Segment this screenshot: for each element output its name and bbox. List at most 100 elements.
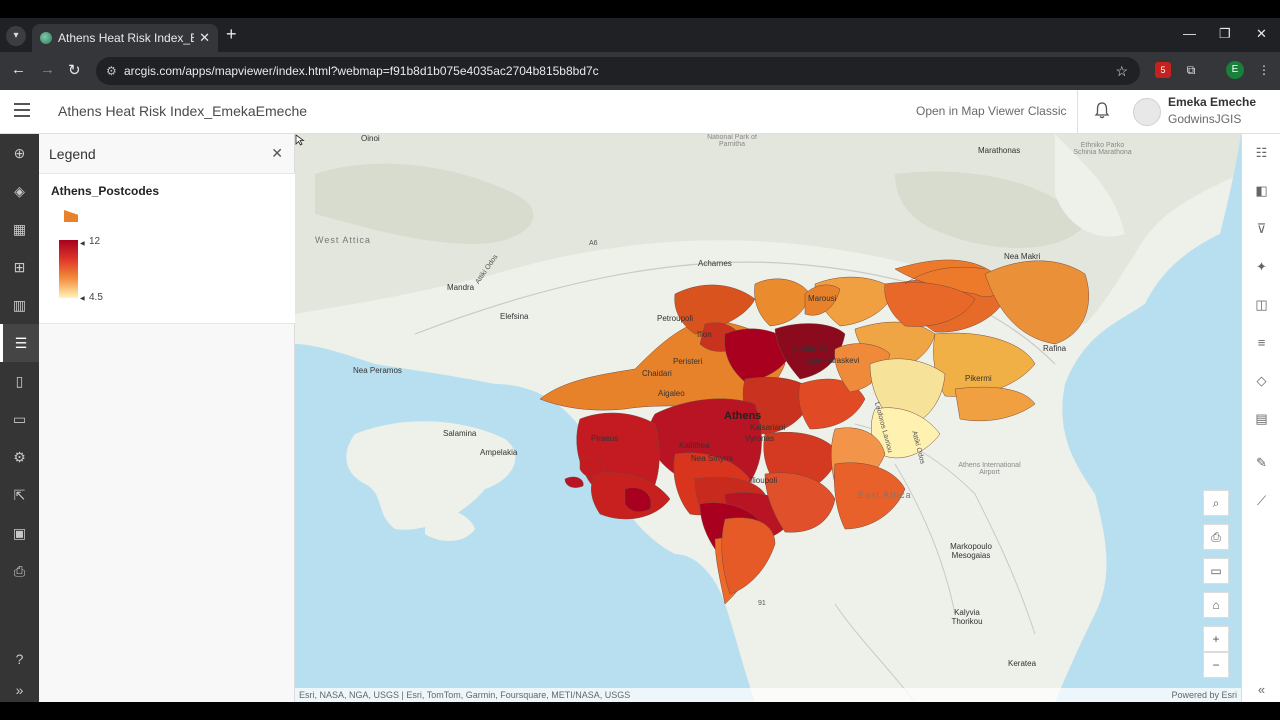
open-classic-link[interactable]: Open in Map Viewer Classic <box>916 104 1067 118</box>
charts-icon[interactable]: ▥ <box>0 286 39 324</box>
place-label: Vyronas <box>745 434 775 443</box>
user-org: GodwinsJGIS <box>1168 112 1242 126</box>
search-icon[interactable]: ⌕ <box>1203 490 1229 516</box>
notifications-bell-icon[interactable] <box>1094 101 1110 119</box>
apps-icon[interactable]: ▣ <box>0 514 39 552</box>
filter-icon[interactable]: ⊽ <box>1242 210 1280 248</box>
ramp-min-label: 4.5 <box>89 292 103 303</box>
powered-by[interactable]: Powered by Esri <box>1171 688 1237 702</box>
effects-icon[interactable]: ✦ <box>1242 248 1280 286</box>
close-window-icon[interactable]: ✕ <box>1256 26 1267 42</box>
home-icon[interactable]: ⌂ <box>1203 592 1229 618</box>
tab-title: Athens Heat Risk Index_EmekaE <box>58 31 194 45</box>
bookmarks-icon[interactable]: ▯ <box>0 362 39 400</box>
user-avatar[interactable] <box>1133 98 1161 126</box>
place-label: Kalyvia Thorikou <box>951 608 983 626</box>
zoom-out-icon[interactable]: − <box>1203 652 1229 678</box>
map-view[interactable]: Oinoi National Park of Parnitha Marathon… <box>295 134 1241 702</box>
extension-badge-icon[interactable]: 5 <box>1155 62 1171 78</box>
share-icon[interactable]: ⇱ <box>0 476 39 514</box>
legend-title: Legend <box>49 146 96 162</box>
sketch-icon[interactable]: ✎ <box>1242 444 1280 482</box>
table-icon[interactable]: ▦ <box>0 210 39 248</box>
site-info-icon[interactable]: ⚙ <box>106 57 117 85</box>
ramp-min-tick: ◀ <box>80 296 85 302</box>
properties-icon[interactable]: ☷ <box>1242 134 1280 172</box>
folder-icon[interactable]: ▭ <box>0 400 39 438</box>
place-label: National Park of Parnitha <box>707 134 757 148</box>
place-label: Chaidari <box>642 369 672 378</box>
menu-icon[interactable] <box>14 103 30 117</box>
close-tab-icon[interactable]: ✕ <box>199 24 210 52</box>
place-label: Peristeri <box>673 357 703 366</box>
place-label: Marathonas <box>978 146 1021 155</box>
place-label: Athens <box>724 410 762 422</box>
place-label: Nea Smyrni <box>691 454 733 463</box>
place-label: Kallithea <box>679 441 710 450</box>
tab-search-icon[interactable]: ▾ <box>6 26 26 46</box>
mouse-cursor-icon <box>295 134 305 146</box>
app-header: Athens Heat Risk Index_EmekaEmeche Open … <box>0 90 1280 134</box>
place-label: Marousi <box>808 294 837 303</box>
layers-icon[interactable]: ◈ <box>0 172 39 210</box>
place-label: East Attica <box>858 490 912 500</box>
screen: ▾ Athens Heat Risk Index_EmekaE ✕ + — ❐ … <box>0 18 1280 702</box>
reload-icon[interactable]: ↻ <box>68 61 81 79</box>
labels-icon[interactable]: ≡ <box>1242 324 1280 362</box>
profile-avatar[interactable]: E <box>1226 61 1244 79</box>
place-label: Nea Makri <box>1004 252 1041 261</box>
measure-icon[interactable]: ⟋ <box>1242 482 1280 520</box>
legend-icon[interactable]: ☰ <box>0 324 39 362</box>
right-action-bar: ☷ ◧ ⊽ ✦ ◫ ≡ ◇ ▤ ✎ ⟋ « <box>1241 134 1280 702</box>
place-label: Oinoi <box>361 134 380 143</box>
new-tab-icon[interactable]: + <box>226 24 237 45</box>
add-icon[interactable]: ⊕ <box>0 134 39 172</box>
road-label: 91 <box>758 600 766 607</box>
place-label: Markopoulo Mesogaias <box>950 542 992 560</box>
place-label: Aigaleo <box>658 389 685 398</box>
help-icon[interactable]: ? <box>0 640 39 678</box>
back-icon[interactable]: ← <box>11 61 26 78</box>
place-label: Rafina <box>1043 344 1067 353</box>
browser-menu-icon[interactable]: ⋮ <box>1256 62 1272 78</box>
settings-icon[interactable]: ⚙ <box>0 438 39 476</box>
zoom-in-icon[interactable]: + <box>1203 626 1229 652</box>
header-divider <box>1077 90 1078 134</box>
place-label: Pikermi <box>965 374 992 383</box>
basemap-icon[interactable]: ⊞ <box>0 248 39 286</box>
place-label: Agia Paraskevi <box>806 356 860 365</box>
collapse-icon[interactable]: « <box>1242 679 1280 701</box>
maximize-icon[interactable]: ❐ <box>1219 26 1231 42</box>
browser-tab[interactable]: Athens Heat Risk Index_EmekaE ✕ <box>32 24 218 52</box>
basemap <box>295 134 1241 702</box>
user-name[interactable]: Emeka Emeche <box>1168 95 1256 109</box>
forward-icon[interactable]: → <box>40 61 55 78</box>
address-bar[interactable]: ⚙ arcgis.com/apps/mapviewer/index.html?w… <box>96 57 1140 85</box>
screen-icon[interactable]: ▭ <box>1203 558 1229 584</box>
minimize-icon[interactable]: — <box>1183 26 1196 41</box>
place-label: Ilioupoli <box>750 476 778 485</box>
print-icon[interactable]: ⎙ <box>1203 524 1229 550</box>
analysis-icon[interactable]: ▤ <box>1242 400 1280 438</box>
place-label: Athens International Airport <box>958 462 1021 476</box>
place-label: Chalandri <box>793 344 828 353</box>
place-label: Nea Peramos <box>353 366 402 375</box>
close-icon[interactable]: ✕ <box>271 145 283 162</box>
extension-badge-count: 5 <box>1160 65 1166 75</box>
place-label: Ilion <box>697 330 712 339</box>
bookmark-star-icon[interactable]: ☆ <box>1115 57 1128 85</box>
legend-content: Athens_Postcodes ◀ ◀ 12 4.5 <box>39 174 295 324</box>
legend-symbol <box>64 210 78 222</box>
place-label: Petroupoli <box>657 314 694 323</box>
map-attribution: Esri, NASA, NGA, USGS | Esri, TomTom, Ga… <box>295 688 1241 702</box>
ramp-max-label: 12 <box>89 236 101 247</box>
extensions-icon[interactable]: ⧉ <box>1183 62 1199 78</box>
fields-icon[interactable]: ◇ <box>1242 362 1280 400</box>
legend-header: Legend ✕ <box>39 134 295 174</box>
popups-icon[interactable]: ◫ <box>1242 286 1280 324</box>
print-icon[interactable]: ⎙ <box>0 552 39 590</box>
browser-toolbar: ← → ↻ ⚙ arcgis.com/apps/mapviewer/index.… <box>0 52 1280 90</box>
styles-icon[interactable]: ◧ <box>1242 172 1280 210</box>
expand-icon[interactable]: » <box>0 678 39 702</box>
place-label: West Attica <box>315 235 371 245</box>
